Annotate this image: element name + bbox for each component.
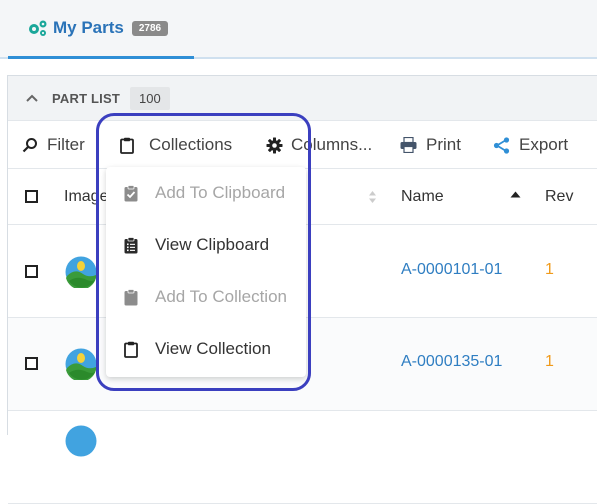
column-header-image[interactable]: Image <box>64 169 108 225</box>
menu-item-label: View Collection <box>155 339 271 358</box>
menu-item-view-collection[interactable]: View Collection <box>106 323 306 375</box>
sort-both-icon[interactable] <box>368 190 377 204</box>
print-label: Print <box>426 135 461 154</box>
chevron-up-icon[interactable] <box>26 94 38 102</box>
export-button[interactable]: Export <box>493 121 568 169</box>
menu-item-add-to-clipboard[interactable]: Add To Clipboard <box>106 167 306 219</box>
clipboard-filled-icon <box>124 288 138 305</box>
tab-label: My Parts <box>53 18 124 37</box>
sort-ascending-icon[interactable] <box>510 191 521 198</box>
clipboard-outline-icon <box>124 341 138 358</box>
part-list-count: 100 <box>130 86 170 110</box>
filter-label: Filter <box>47 135 85 154</box>
toolbar: Filter Collections Columns... Print Expo… <box>8 121 597 169</box>
top-tab-bar: My Parts 2786 <box>0 0 597 59</box>
panel-title: PART LIST <box>52 90 120 106</box>
row-checkbox[interactable] <box>25 265 38 278</box>
print-button[interactable]: Print <box>400 121 461 169</box>
collections-dropdown-menu: Add To Clipboard View Clipboard Add To C… <box>106 167 306 377</box>
parts-count-badge: 2786 <box>131 20 169 36</box>
select-all-checkbox[interactable] <box>25 190 38 203</box>
menu-item-label: Add To Collection <box>155 287 287 306</box>
collections-button[interactable]: Collections <box>120 121 232 169</box>
row-checkbox[interactable] <box>25 357 38 370</box>
columns-label: Columns... <box>291 135 373 154</box>
part-thumbnail-icon[interactable] <box>65 256 97 288</box>
menu-item-label: Add To Clipboard <box>155 183 286 202</box>
part-name-link[interactable]: A-0000135-01 <box>401 353 502 371</box>
filter-button[interactable]: Filter <box>22 121 85 169</box>
panel-header[interactable]: PART LIST 100 <box>8 76 597 121</box>
clipboard-outline-icon <box>120 137 134 154</box>
menu-item-view-clipboard[interactable]: View Clipboard <box>106 219 306 271</box>
export-label: Export <box>519 135 569 154</box>
tab-my-parts[interactable]: My Parts 2786 <box>8 0 194 59</box>
clipboard-list-icon <box>124 236 138 253</box>
collections-label: Collections <box>149 135 233 154</box>
printer-icon <box>400 137 417 153</box>
part-rev: 1 <box>545 353 554 370</box>
columns-button[interactable]: Columns... <box>266 121 372 169</box>
clipboard-check-icon <box>124 184 138 201</box>
search-icon <box>22 138 37 153</box>
part-rev: 1 <box>545 261 554 278</box>
menu-item-label: View Clipboard <box>155 235 270 254</box>
part-thumbnail-icon[interactable] <box>65 425 97 457</box>
column-header-rev[interactable]: Rev <box>545 169 573 225</box>
menu-item-add-to-collection[interactable]: Add To Collection <box>106 271 306 323</box>
gear-icon <box>266 137 283 153</box>
gears-icon <box>29 20 47 36</box>
table-row[interactable] <box>8 411 597 504</box>
part-thumbnail-icon[interactable] <box>65 348 97 380</box>
part-name-link[interactable]: A-0000101-01 <box>401 261 502 279</box>
column-header-name[interactable]: Name <box>401 169 444 225</box>
share-icon <box>493 136 510 154</box>
